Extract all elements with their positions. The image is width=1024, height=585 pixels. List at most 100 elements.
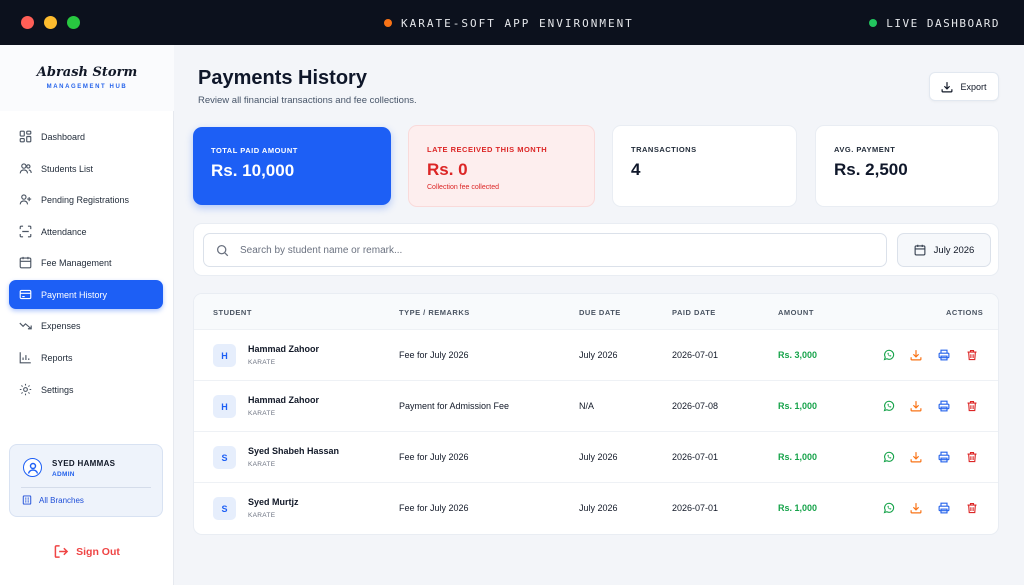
sidebar-item-attendance[interactable]: Attendance [9,217,163,246]
student-avatar: H [213,395,236,418]
brand-subtitle: MANAGEMENT HUB [46,84,128,90]
month-label: July 2026 [933,244,975,256]
search-input[interactable] [240,244,840,256]
download-icon[interactable] [909,348,922,361]
amount-cell: Rs. 1,000 [778,452,818,462]
trash-icon[interactable] [965,501,978,514]
column-header-due-date: DUE DATE [579,308,621,317]
student-class: KARATE [248,359,276,366]
environment-status-dot [384,19,392,27]
amount-cell: Rs. 1,000 [778,503,818,513]
stat-value: Rs. 10,000 [211,161,295,180]
user-name: SYED HAMMAS [52,459,116,468]
user-avatar-icon [23,458,42,477]
sidebar-item-payment-history[interactable]: Payment History [9,280,163,309]
stat-value: Rs. 0 [427,160,468,179]
student-avatar: H [213,344,236,367]
whatsapp-icon[interactable] [882,501,895,514]
student-name: Hammad Zahoor [248,344,320,354]
due-date-cell: July 2026 [579,452,618,462]
sidebar-item-label: Fee Management [41,257,112,268]
due-date-cell: July 2026 [579,503,618,513]
stat-value: Rs. 2,500 [834,160,908,179]
remarks-cell: Fee for July 2026 [399,503,469,513]
download-icon[interactable] [909,501,922,514]
printer-icon[interactable] [937,399,950,412]
paid-date-cell: 2026-07-01 [672,503,719,513]
stat-label: TRANSACTIONS [631,145,697,154]
month-picker-button[interactable]: July 2026 [897,233,991,267]
amount-cell: Rs. 1,000 [778,401,818,411]
sidebar-item-label: Reports [41,352,73,363]
remarks-cell: Fee for July 2026 [399,452,469,462]
printer-icon[interactable] [937,348,950,361]
trash-icon[interactable] [965,348,978,361]
live-status-dot [869,19,878,27]
table-row[interactable]: H Hammad Zahoor KARATE Fee for July 2026… [194,330,998,381]
stat-card-late-received: LATE RECEIVED THIS MONTH Rs. 0 Collectio… [408,125,595,207]
paid-date-cell: 2026-07-01 [672,452,719,462]
sign-out-button[interactable]: Sign Out [0,544,174,559]
paid-date-cell: 2026-07-01 [672,350,719,360]
user-role: ADMIN [52,471,75,478]
branches-link[interactable]: All Branches [22,495,84,505]
column-header-paid-date: PAID DATE [672,308,716,317]
column-header-type: TYPE / REMARKS [399,308,470,317]
due-date-cell: July 2026 [579,350,618,360]
sidebar-item-pending-registrations[interactable]: Pending Registrations [9,185,163,214]
window-titlebar: KARATE-SOFT APP ENVIRONMENT LIVE DASHBOA… [0,0,1024,45]
table-row[interactable]: S Syed Murtjz KARATE Fee for July 2026 J… [194,483,998,534]
calendar-icon [914,244,926,256]
search-box [203,233,887,267]
sidebar-item-expenses[interactable]: Expenses [9,311,163,340]
user-card-divider [21,487,151,488]
trash-icon[interactable] [965,399,978,412]
printer-icon[interactable] [937,501,950,514]
printer-icon[interactable] [937,450,950,463]
stat-card-total-paid: TOTAL PAID AMOUNT Rs. 10,000 [193,127,391,205]
minimize-window-button[interactable] [44,16,57,29]
sidebar-item-label: Settings [41,384,74,395]
sidebar-item-dashboard[interactable]: Dashboard [9,122,163,151]
whatsapp-icon[interactable] [882,399,895,412]
due-date-cell: N/A [579,401,595,411]
stat-label: AVG. PAYMENT [834,145,896,154]
student-name: Hammad Zahoor [248,395,320,405]
close-window-button[interactable] [21,16,34,29]
environment-indicator: KARATE-SOFT APP ENVIRONMENT [384,15,634,31]
environment-label: KARATE-SOFT APP ENVIRONMENT [401,16,634,30]
trash-icon[interactable] [965,450,978,463]
sign-out-label: Sign Out [76,545,120,558]
student-class: KARATE [248,512,276,519]
building-icon [22,495,32,505]
remarks-cell: Fee for July 2026 [399,350,469,360]
live-indicator: LIVE DASHBOARD [869,15,1000,31]
student-name: Syed Shabeh Hassan [248,446,340,456]
export-button[interactable]: Export [929,72,999,101]
column-header-amount: AMOUNT [778,308,814,317]
search-icon [216,244,229,256]
live-label: LIVE DASHBOARD [886,16,1000,30]
stat-card-avg-payment: AVG. PAYMENT Rs. 2,500 [815,125,999,207]
stat-note: Collection fee collected [427,184,499,191]
page-subtitle: Review all financial transactions and fe… [198,95,417,106]
maximize-window-button[interactable] [67,16,80,29]
sidebar-item-fee-management[interactable]: Fee Management [9,248,163,277]
calendar-icon [19,256,32,269]
stat-card-transactions: TRANSACTIONS 4 [612,125,797,207]
student-class: KARATE [248,461,276,468]
table-header: STUDENT TYPE / REMARKS DUE DATE PAID DAT… [194,294,998,330]
sidebar-item-students-list[interactable]: Students List [9,154,163,183]
brand-name: Abrash Storm [36,65,138,80]
download-icon[interactable] [909,399,922,412]
sidebar-item-label: Dashboard [41,131,86,142]
sidebar-item-reports[interactable]: Reports [9,343,163,372]
whatsapp-icon[interactable] [882,348,895,361]
table-row[interactable]: H Hammad Zahoor KARATE Payment for Admis… [194,381,998,432]
sidebar-item-settings[interactable]: Settings [9,375,163,404]
whatsapp-icon[interactable] [882,450,895,463]
student-name: Syed Murtjz [248,497,299,507]
download-icon[interactable] [909,450,922,463]
table-row[interactable]: S Syed Shabeh Hassan KARATE Fee for July… [194,432,998,483]
stat-label: LATE RECEIVED THIS MONTH [427,145,548,154]
